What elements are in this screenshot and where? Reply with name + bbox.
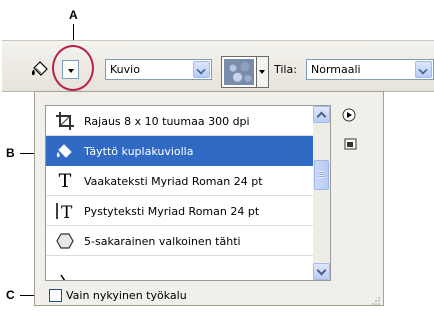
pattern-swatch[interactable] (221, 56, 257, 88)
horizontal-type-icon: T (58, 170, 72, 192)
svg-text:T: T (61, 203, 73, 222)
preset-item-bubble-fill[interactable]: Täyttö kuplakuviolla (46, 136, 313, 166)
preset-item-label: Rajaus 8 x 10 tuumaa 300 dpi (84, 115, 250, 128)
chevron-down-icon[interactable] (193, 61, 210, 78)
resize-grip-icon[interactable] (371, 296, 381, 306)
paint-bucket-icon (54, 140, 76, 162)
chevron-down-icon[interactable] (415, 61, 432, 78)
callout-b-label: B (6, 146, 15, 160)
polygon-icon (54, 230, 76, 252)
vertical-type-icon: T (54, 200, 76, 222)
preset-item-vertical-type[interactable]: T Pystyteksti Myriad Roman 24 pt (46, 196, 313, 226)
current-tool-only-label: Vain nykyinen työkalu (66, 289, 187, 302)
callout-a-highlight-circle (52, 45, 94, 91)
preset-item-polygon[interactable]: 5-sakarainen valkoinen tähti (46, 226, 313, 256)
crop-icon (54, 110, 76, 132)
preset-item-label: Vaakateksti Myriad Roman 24 pt (84, 175, 263, 188)
current-tool-only-checkbox[interactable] (49, 289, 62, 302)
preset-item-label: 5-sakarainen valkoinen tähti (84, 235, 241, 248)
panel-menu-icon[interactable] (342, 108, 356, 122)
mode-label: Tila: (274, 63, 297, 76)
tool-preset-list[interactable]: Rajaus 8 x 10 tuumaa 300 dpi Täyttö kupl… (45, 105, 331, 281)
preset-item-horizontal-type[interactable]: T Vaakateksti Myriad Roman 24 pt (46, 166, 313, 196)
fill-source-select[interactable]: Kuvio (105, 59, 212, 80)
preset-item-label: Täyttö kuplakuviolla (84, 145, 194, 158)
blend-mode-value: Normaali (311, 63, 361, 76)
blend-mode-select[interactable]: Normaali (306, 59, 434, 80)
preset-item-crop[interactable]: Rajaus 8 x 10 tuumaa 300 dpi (46, 106, 313, 136)
callout-c-label: C (6, 288, 15, 302)
callout-a-label: A (69, 8, 78, 22)
partial-tool-icon (54, 260, 76, 280)
preset-item-label: Pystyteksti Myriad Roman 24 pt (84, 205, 260, 218)
new-preset-icon[interactable] (344, 138, 357, 150)
preset-list-scrollbar[interactable] (313, 106, 330, 280)
paint-bucket-icon[interactable] (30, 58, 52, 80)
scroll-down-button[interactable] (313, 263, 330, 280)
pattern-picker-dropdown[interactable] (257, 56, 269, 88)
scroll-up-button[interactable] (313, 106, 330, 123)
bubble-pattern-thumbnail (224, 59, 254, 85)
scroll-thumb[interactable] (314, 160, 329, 190)
preset-item-partial[interactable] (46, 256, 313, 280)
fill-source-value: Kuvio (110, 63, 140, 76)
